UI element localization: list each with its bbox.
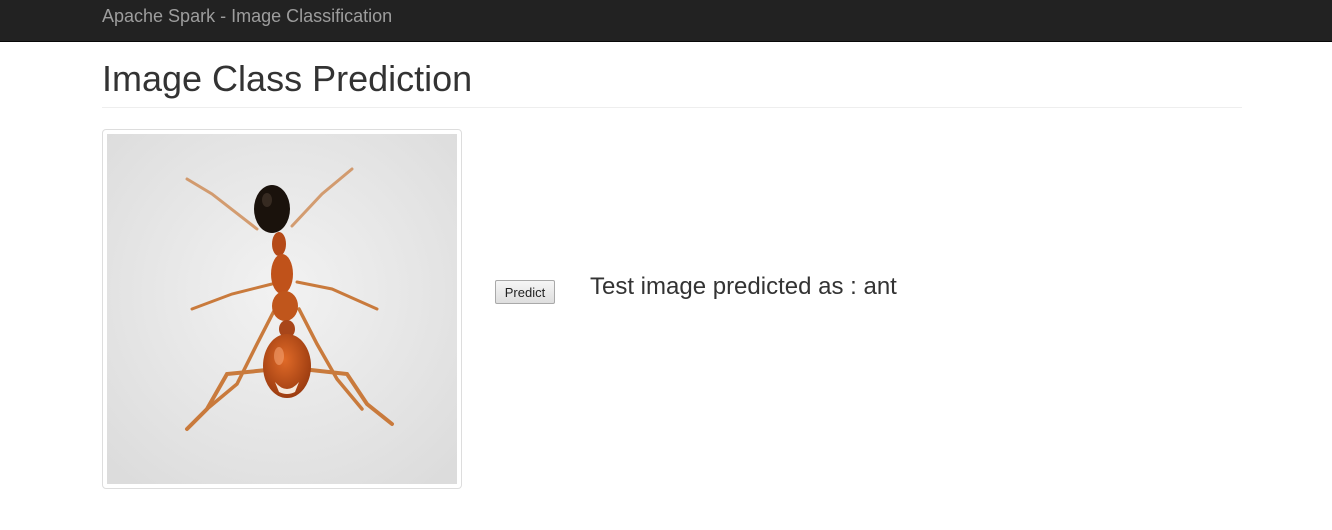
prediction-result: Test image predicted as : ant: [590, 273, 897, 300]
predict-button[interactable]: Predict: [495, 280, 555, 304]
navbar: Apache Spark - Image Classification: [0, 0, 1332, 42]
title-divider: [102, 107, 1242, 108]
navbar-brand[interactable]: Apache Spark - Image Classification: [102, 6, 392, 26]
ant-image: [107, 134, 457, 484]
page-title: Image Class Prediction: [102, 58, 473, 99]
test-image-thumbnail: [102, 129, 462, 489]
